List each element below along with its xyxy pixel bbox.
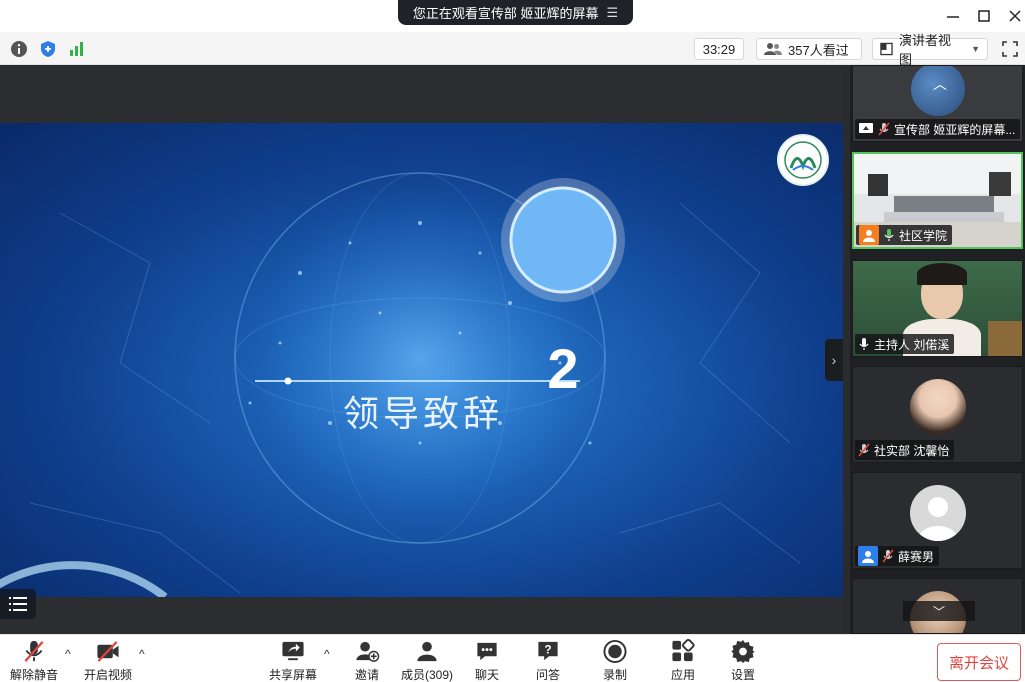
college-logo: [777, 134, 829, 186]
view-mode-dropdown[interactable]: 演讲者视图 ▼: [872, 33, 988, 67]
start-video-button[interactable]: 开启视频: [78, 639, 138, 682]
shared-slide: 2 领导致辞: [0, 123, 843, 597]
chat-icon: [477, 642, 497, 661]
settings-label: 设置: [730, 668, 755, 682]
share-screen-button[interactable]: 共享屏幕: [263, 639, 323, 682]
apps-icon: [672, 639, 695, 662]
chevron-up-icon[interactable]: ^: [324, 647, 330, 661]
share-screen-icon: [282, 641, 304, 661]
unmute-button[interactable]: 解除静音: [4, 639, 64, 682]
slide-list-button[interactable]: [0, 589, 36, 619]
panel-toggle-button[interactable]: ›: [825, 339, 843, 381]
participant-tile-xuesainan[interactable]: 薛赛男: [852, 472, 1023, 569]
sharing-banner-text: 您正在观看宣传部 姬亚辉的屏幕: [412, 6, 599, 21]
scroll-down-button[interactable]: ﹀: [903, 601, 975, 621]
minimize-icon[interactable]: [938, 4, 968, 28]
close-icon[interactable]: [1000, 4, 1025, 28]
qa-button[interactable]: ? 问答: [518, 639, 578, 682]
slide-number: 2: [547, 336, 579, 400]
chevron-down-icon: ▼: [971, 44, 980, 54]
participant-name-tag: 主持人 刘偌溪: [855, 334, 955, 354]
participant-name-tag: 薛赛男: [855, 546, 940, 566]
slide-heading: 领导致辞: [343, 394, 504, 435]
record-icon: [603, 639, 627, 664]
mic-muted-icon: [882, 549, 894, 563]
chevron-up-icon[interactable]: ^: [139, 647, 145, 661]
mic-muted-icon: [858, 443, 870, 457]
meeting-timer: 33:29: [694, 38, 744, 60]
participant-tile-share[interactable]: ︿ 宣传部 姬亚辉的屏幕...: [852, 65, 1023, 142]
meeting-window: 您正在观看宣传部 姬亚辉的屏幕 ☰ 33:29 357人看过 演讲者视图 ▼ 2…: [0, 0, 1025, 682]
apps-label: 应用: [670, 668, 695, 682]
maximize-icon[interactable]: [969, 4, 999, 28]
members-label: 成员(309): [400, 668, 453, 682]
video-off-icon: [97, 641, 119, 662]
default-avatar-icon: [910, 485, 966, 541]
participant-label: 社区学院: [899, 228, 948, 243]
signal-icon[interactable]: [67, 39, 86, 58]
info-bar: 33:29 357人看过 演讲者视图 ▼: [0, 32, 1025, 67]
people-icon: [764, 43, 782, 55]
participant-tile-shenxinyi[interactable]: 社实部 沈馨怡: [852, 366, 1023, 463]
mic-active-icon: [883, 228, 895, 242]
chevron-right-icon: ›: [831, 352, 837, 368]
share-screen-label: 共享屏幕: [268, 668, 317, 682]
invite-button[interactable]: 邀请: [337, 639, 397, 682]
record-button[interactable]: 录制: [585, 639, 645, 682]
participant-tile-host[interactable]: 主持人 刘偌溪: [852, 260, 1023, 357]
participant-tile-partial[interactable]: ﹀: [852, 578, 1023, 634]
meeting-toolbar: 解除静音 ^ 开启视频 ^ 共享屏幕 ^ 邀请 成员(309) 聊天 ? 问答: [0, 634, 1025, 682]
share-screen-icon: [858, 122, 874, 136]
chevron-up-icon[interactable]: ^: [65, 647, 71, 661]
mic-icon: [858, 337, 870, 351]
participant-label: 薛赛男: [898, 549, 935, 564]
mic-muted-icon: [878, 122, 890, 136]
svg-text:?: ?: [544, 644, 551, 656]
question-icon: ?: [538, 641, 558, 661]
fullscreen-icon[interactable]: [1000, 39, 1020, 59]
participant-tile-classroom[interactable]: 社区学院: [852, 152, 1023, 249]
leave-meeting-button[interactable]: 离开会议: [937, 643, 1021, 681]
avatar: [910, 379, 966, 435]
members-icon: [417, 641, 437, 662]
globe-graphic: [0, 158, 801, 597]
participant-name-tag: 宣传部 姬亚辉的屏幕...: [855, 119, 1021, 139]
title-bar: 您正在观看宣传部 姬亚辉的屏幕 ☰: [0, 0, 1025, 32]
record-label: 录制: [602, 668, 627, 682]
speaker-view-icon: [880, 42, 893, 56]
participant-label: 宣传部 姬亚辉的屏幕...: [894, 122, 1016, 137]
participant-label: 主持人 刘偌溪: [874, 337, 950, 352]
viewers-button[interactable]: 357人看过: [756, 38, 862, 60]
info-icon[interactable]: [9, 39, 28, 58]
person-icon: [859, 225, 879, 245]
list-icon: [9, 597, 27, 611]
settings-button[interactable]: 设置: [713, 639, 773, 682]
chevron-up-icon[interactable]: ︿: [933, 74, 947, 94]
shared-screen-area: 2 领导致辞 ›: [0, 65, 843, 634]
gear-icon: [731, 639, 755, 664]
unmute-label: 解除静音: [9, 668, 58, 682]
members-button[interactable]: 成员(309): [397, 639, 457, 682]
panel-divider[interactable]: [843, 65, 850, 634]
start-video-label: 开启视频: [83, 668, 132, 682]
mic-muted-icon: [24, 640, 44, 662]
timer-text: 33:29: [702, 41, 736, 57]
viewers-count: 357人看过: [788, 42, 849, 58]
qa-label: 问答: [535, 668, 560, 682]
add-user-icon: [356, 641, 380, 662]
invite-label: 邀请: [354, 668, 379, 682]
list-icon[interactable]: ☰: [606, 5, 618, 21]
shield-icon[interactable]: [38, 39, 57, 58]
view-mode-label: 演讲者视图: [898, 33, 951, 67]
participant-label: 社实部 沈馨怡: [874, 443, 950, 458]
chevron-down-icon: ﹀: [932, 604, 945, 619]
sharing-banner[interactable]: 您正在观看宣传部 姬亚辉的屏幕 ☰: [398, 0, 633, 25]
chat-label: 聊天: [474, 668, 499, 682]
participant-name-tag: 社实部 沈馨怡: [855, 440, 955, 460]
apps-button[interactable]: 应用: [653, 639, 713, 682]
participant-name-tag: 社区学院: [856, 225, 953, 245]
person-icon: [858, 546, 878, 566]
chat-button[interactable]: 聊天: [457, 639, 517, 682]
